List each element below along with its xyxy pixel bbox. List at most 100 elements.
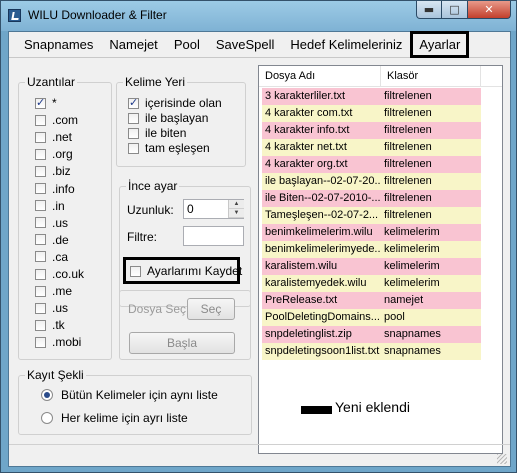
extension-label: .info — [52, 181, 75, 196]
extension-label: .co.uk — [52, 267, 85, 281]
extension-checkbox[interactable] — [35, 285, 46, 297]
radio-same-list[interactable] — [41, 389, 53, 401]
extension-checkbox[interactable] — [35, 251, 46, 263]
file-name-cell: Tameşleşen--02-07-2... — [265, 209, 379, 221]
file-list-row[interactable]: snpdeletinglist.zip snapnames — [262, 326, 481, 343]
word-position-option[interactable]: ile başlayan — [128, 111, 208, 125]
extension-option[interactable]: .me — [35, 284, 72, 298]
extension-option[interactable]: .ca — [35, 250, 68, 264]
extension-checkbox[interactable] — [35, 148, 46, 160]
extension-checkbox[interactable] — [35, 114, 46, 126]
extension-checkbox[interactable] — [35, 302, 46, 314]
extension-checkbox[interactable] — [35, 234, 46, 246]
file-list-row[interactable]: snpdeletingsoon1list.txt snapnames — [262, 343, 481, 360]
extension-option[interactable]: .biz — [35, 164, 71, 178]
select-file-button[interactable]: Seç — [187, 298, 235, 320]
file-name-cell: snpdeletinglist.zip — [265, 328, 352, 340]
word-position-option[interactable]: ile biten — [128, 126, 186, 140]
annotation-text: Yeni eklendi — [335, 399, 410, 415]
file-name-cell: 3 karakterliler.txt — [265, 90, 346, 102]
file-list-row[interactable]: 3 karakterliler.txt filtrelenen — [262, 88, 481, 105]
length-stepper[interactable]: ▲ ▼ — [228, 200, 244, 218]
folder-cell: filtrelenen — [384, 107, 432, 119]
menu-pool[interactable]: Pool — [166, 32, 208, 57]
filter-input[interactable] — [183, 226, 244, 246]
save-mode-option-separate-list[interactable]: Her kelime için ayrı liste — [41, 411, 188, 425]
menu-savespell[interactable]: SaveSpell — [208, 32, 283, 57]
extension-option[interactable]: * — [35, 96, 57, 110]
menu-snapnames[interactable]: Snapnames — [16, 32, 101, 57]
word-position-checkbox[interactable] — [128, 96, 139, 109]
file-list-row[interactable]: ile başlayan--02-07-20... filtrelenen — [262, 173, 481, 190]
word-position-label: ile başlayan — [145, 111, 209, 125]
extension-checkbox[interactable] — [35, 336, 46, 348]
extension-option[interactable]: .in — [35, 199, 65, 213]
save-settings-checkbox-row[interactable]: Ayarlarımı Kaydet — [130, 264, 242, 278]
file-list-row[interactable]: PoolDeletingDomains... pool — [262, 309, 481, 326]
minimize-button[interactable]: ▬ — [416, 1, 442, 19]
extension-option[interactable]: .org — [35, 147, 73, 161]
file-list-row[interactable]: Tameşleşen--02-07-2... filtrelenen — [262, 207, 481, 224]
word-position-checkbox[interactable] — [128, 142, 139, 154]
file-name-cell: 4 karakter com.txt — [265, 107, 353, 119]
word-position-checkbox[interactable] — [128, 112, 139, 124]
extension-option[interactable]: .co.uk — [35, 267, 84, 281]
file-name-cell: ile Biten--02-07-2010-... — [265, 192, 381, 204]
extension-checkbox[interactable] — [35, 131, 46, 143]
close-button[interactable]: ✕ — [468, 1, 511, 19]
extension-option[interactable]: .us — [35, 301, 68, 315]
file-list-row[interactable]: benimkelimelerimyede... kelimelerim — [262, 241, 481, 258]
file-list-row[interactable]: karalistem.wilu kelimelerim — [262, 258, 481, 275]
stepper-down-icon[interactable]: ▼ — [229, 209, 244, 218]
annotation-marker — [301, 406, 332, 414]
extension-option[interactable]: .de — [35, 233, 69, 247]
word-position-option[interactable]: tam eşleşen — [128, 141, 210, 155]
extension-option[interactable]: .mobi — [35, 335, 81, 349]
extension-option[interactable]: .tk — [35, 318, 65, 332]
extension-checkbox[interactable] — [35, 268, 46, 280]
menu-hedef-kelimeleriniz[interactable]: Hedef Kelimeleriniz — [282, 32, 410, 57]
extension-label: .ca — [52, 249, 69, 264]
menu-ayarlar[interactable]: Ayarlar — [410, 31, 470, 58]
file-list-row[interactable]: ile Biten--02-07-2010-... filtrelenen — [262, 190, 481, 207]
file-list-row[interactable]: 4 karakter info.txt filtrelenen — [262, 122, 481, 139]
folder-cell: kelimelerim — [384, 243, 440, 255]
column-header-filename[interactable]: Dosya Adı — [259, 66, 381, 86]
word-position-label: ile biten — [145, 126, 187, 140]
extension-checkbox[interactable] — [35, 96, 46, 109]
radio-separate-list[interactable] — [41, 412, 53, 424]
file-name-cell: PoolDeletingDomains... — [265, 311, 380, 323]
extension-label: .mobi — [52, 335, 82, 350]
extension-checkbox[interactable] — [35, 319, 46, 331]
file-list-row[interactable]: 4 karakter org.txt filtrelenen — [262, 156, 481, 173]
resize-grip-icon[interactable] — [497, 454, 507, 464]
file-list-view[interactable]: Dosya Adı Klasör 3 karakterliler.txt filt… — [258, 65, 503, 454]
extension-label: .de — [52, 232, 69, 247]
file-list-row[interactable]: PreRelease.txt namejet — [262, 292, 481, 309]
extension-checkbox[interactable] — [35, 183, 46, 194]
word-position-option[interactable]: içerisinde olan — [128, 96, 222, 110]
save-settings-checkbox[interactable] — [130, 265, 141, 277]
title-bar[interactable]: WILU Downloader & Filter ▬ □ ✕ — [1, 1, 516, 31]
folder-cell: snapnames — [384, 328, 441, 340]
maximize-button[interactable]: □ — [442, 1, 468, 19]
file-list-row[interactable]: benimkelimelerim.wilu kelimelerim — [262, 224, 481, 241]
menu-namejet[interactable]: Namejet — [101, 32, 165, 57]
extension-option[interactable]: .com — [35, 113, 78, 127]
file-list-row[interactable]: karalistemyedek.wilu kelimelerim — [262, 275, 481, 292]
save-mode-option-same-list[interactable]: Bütün Kelimeler için aynı liste — [41, 388, 218, 402]
word-position-checkbox[interactable] — [128, 127, 139, 139]
extension-checkbox[interactable] — [35, 200, 46, 212]
extension-option[interactable]: .us — [35, 216, 68, 230]
extension-option[interactable]: .info — [35, 182, 75, 196]
extension-checkbox[interactable] — [35, 217, 46, 229]
extension-label: .me — [52, 284, 73, 299]
folder-cell: kelimelerim — [384, 260, 440, 272]
column-header-folder[interactable]: Klasör — [381, 66, 481, 86]
file-list-row[interactable]: 4 karakter com.txt filtrelenen — [262, 105, 481, 122]
extension-option[interactable]: .net — [35, 130, 72, 144]
extension-checkbox[interactable] — [35, 165, 46, 177]
file-list-row[interactable]: 4 karakter net.txt filtrelenen — [262, 139, 481, 156]
start-button[interactable]: Başla — [129, 332, 235, 354]
stepper-up-icon[interactable]: ▲ — [229, 200, 244, 209]
